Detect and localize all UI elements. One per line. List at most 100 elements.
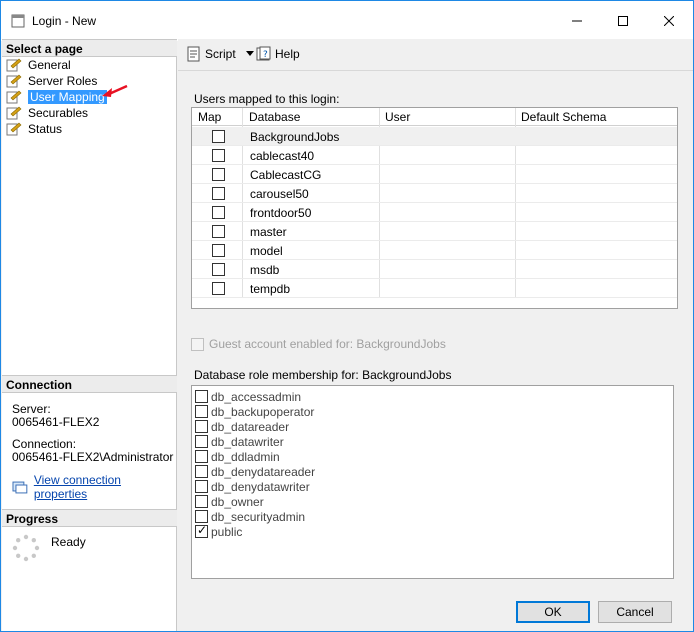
- nav-item-general[interactable]: General: [6, 57, 71, 73]
- connection-value: 0065461-FLEX2\Administrator: [12, 450, 174, 464]
- map-checkbox[interactable]: [212, 130, 225, 143]
- maximize-button[interactable]: [600, 1, 646, 41]
- role-checkbox[interactable]: [195, 523, 208, 538]
- help-label: Help: [275, 47, 300, 61]
- nav-item-user-mapping[interactable]: User Mapping: [6, 89, 107, 105]
- map-checkbox[interactable]: [212, 149, 225, 162]
- maximize-icon: [618, 16, 628, 26]
- table-row[interactable]: frontdoor50: [192, 203, 677, 222]
- database-name: model: [250, 244, 283, 258]
- database-name: cablecast40: [250, 149, 315, 163]
- progress-spinner-icon: [12, 534, 40, 562]
- role-checkbox[interactable]: [195, 390, 208, 403]
- role-item[interactable]: db_datawriter: [195, 434, 284, 449]
- map-checkbox[interactable]: [212, 168, 225, 181]
- table-row[interactable]: CablecastCG: [192, 165, 677, 184]
- dropdown-arrow-icon[interactable]: [245, 51, 254, 57]
- role-membership-list[interactable]: db_accessadmin db_backupoperator db_datare…: [191, 385, 674, 579]
- login-dialog: Login - New Select a page General Server …: [0, 0, 694, 632]
- nav-item-label: General: [28, 58, 71, 72]
- script-button[interactable]: Script: [186, 46, 254, 62]
- nav-item-status[interactable]: Status: [6, 121, 62, 137]
- role-checkbox[interactable]: [195, 420, 208, 433]
- role-item[interactable]: db_accessadmin: [195, 389, 301, 404]
- minimize-icon: [572, 20, 582, 22]
- map-checkbox[interactable]: [212, 225, 225, 238]
- nav-item-label: User Mapping: [28, 90, 107, 104]
- role-name: db_ddladmin: [211, 449, 280, 464]
- role-item[interactable]: db_denydatareader: [195, 464, 315, 479]
- grid-header: Map Database User Default Schema: [192, 108, 677, 126]
- users-mapped-label: Users mapped to this login:: [194, 92, 340, 106]
- map-checkbox[interactable]: [212, 206, 225, 219]
- table-row[interactable]: tempdb: [192, 279, 677, 298]
- cancel-button[interactable]: Cancel: [598, 601, 672, 623]
- page-icon: [6, 90, 22, 104]
- role-item[interactable]: db_denydatawriter: [195, 479, 310, 494]
- window-title: Login - New: [32, 14, 97, 28]
- role-item[interactable]: db_securityadmin: [195, 509, 305, 524]
- role-item[interactable]: db_owner: [195, 494, 264, 509]
- script-icon: [187, 46, 200, 62]
- table-row[interactable]: carousel50: [192, 184, 677, 203]
- database-name: tempdb: [250, 282, 291, 296]
- view-connection-properties[interactable]: View connection properties: [12, 473, 176, 501]
- close-icon: [664, 16, 674, 26]
- database-name: msdb: [250, 263, 280, 277]
- role-name: db_securityadmin: [211, 509, 306, 524]
- col-user-header: User: [385, 110, 411, 124]
- table-row[interactable]: BackgroundJobs: [192, 127, 677, 146]
- col-schema-header: Default Schema: [521, 110, 607, 124]
- database-name: CablecastCG: [250, 168, 322, 182]
- svg-text:?: ?: [263, 50, 268, 60]
- role-name: db_backupoperator: [211, 404, 315, 419]
- role-name: db_denydatawriter: [211, 479, 310, 494]
- nav-item-securables[interactable]: Securables: [6, 105, 88, 121]
- role-checkbox[interactable]: [195, 495, 208, 508]
- col-map-header: Map: [198, 110, 222, 124]
- close-button[interactable]: [646, 1, 692, 41]
- role-checkbox[interactable]: [195, 405, 208, 418]
- help-button[interactable]: ? Help: [256, 46, 300, 62]
- map-checkbox[interactable]: [212, 263, 225, 276]
- select-page-header: Select a page: [2, 39, 177, 57]
- ok-button[interactable]: OK: [516, 601, 590, 623]
- table-row[interactable]: msdb: [192, 260, 677, 279]
- progress-header: Progress: [2, 509, 177, 527]
- connection-header: Connection: [2, 375, 177, 393]
- role-membership-label: Database role membership for: Background…: [194, 368, 452, 382]
- role-checkbox[interactable]: [195, 450, 208, 463]
- left-pane: Select a page General Server Roles User Ma…: [2, 39, 177, 631]
- users-mapped-grid[interactable]: Map Database User Default Schema Backgro…: [191, 107, 678, 309]
- table-row[interactable]: model: [192, 241, 677, 260]
- role-checkbox[interactable]: [195, 510, 208, 523]
- server-label: Server:: [12, 402, 51, 416]
- nav-item-label: Status: [28, 122, 63, 136]
- table-row[interactable]: master: [192, 222, 677, 241]
- role-checkbox[interactable]: [195, 480, 208, 493]
- role-item[interactable]: db_datareader: [195, 419, 289, 434]
- col-database-header: Database: [249, 110, 301, 124]
- minimize-button[interactable]: [554, 1, 600, 41]
- role-name: db_datareader: [211, 419, 290, 434]
- nav-item-server-roles[interactable]: Server Roles: [6, 73, 97, 89]
- role-checkbox[interactable]: [195, 465, 208, 478]
- database-name: master: [250, 225, 287, 239]
- view-connection-properties-link[interactable]: View connection properties: [34, 473, 176, 501]
- map-checkbox[interactable]: [212, 282, 225, 295]
- server-value: 0065461-FLEX2: [12, 415, 100, 429]
- role-name: db_owner: [211, 494, 264, 509]
- map-checkbox[interactable]: [212, 187, 225, 200]
- map-checkbox[interactable]: [212, 244, 225, 257]
- table-row[interactable]: cablecast40: [192, 146, 677, 165]
- database-name: BackgroundJobs: [250, 130, 340, 144]
- script-label: Script: [205, 47, 236, 61]
- role-item[interactable]: db_ddladmin: [195, 449, 280, 464]
- role-item[interactable]: public: [195, 523, 242, 539]
- guest-checkbox-box[interactable]: [191, 337, 204, 351]
- role-checkbox[interactable]: [195, 435, 208, 448]
- properties-icon: [12, 481, 28, 494]
- database-name: frontdoor50: [250, 206, 312, 220]
- guest-account-checkbox[interactable]: Guest account enabled for: BackgroundJob…: [191, 337, 446, 351]
- role-item[interactable]: db_backupoperator: [195, 404, 314, 419]
